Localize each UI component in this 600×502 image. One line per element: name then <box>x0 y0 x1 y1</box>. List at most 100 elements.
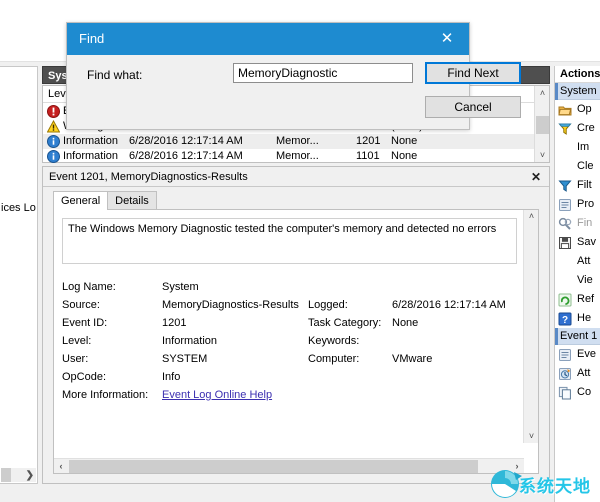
action-item-att[interactable]: Att <box>555 364 600 383</box>
detail-field-value-secondary: VMware <box>392 353 433 365</box>
close-icon[interactable]: ✕ <box>425 23 469 55</box>
action-item-label: Vie <box>577 274 593 286</box>
event-detail-scroll-left-icon[interactable]: ‹ <box>54 459 68 473</box>
refresh-icon <box>558 293 572 307</box>
action-item-he[interactable]: ? He <box>555 309 600 328</box>
event-level: Information <box>63 135 119 147</box>
event-detail-pane: Event 1201, MemoryDiagnostics-Results ✕ … <box>42 166 550 484</box>
detail-field-value: Info <box>162 371 181 383</box>
action-item-ref[interactable]: Ref <box>555 290 600 309</box>
action-item-label: Ref <box>577 293 595 305</box>
event-list-scroll-thumb[interactable] <box>536 116 549 134</box>
event-log-online-help-link[interactable]: Event Log Online Help <box>162 386 272 404</box>
detail-field-label: Level: <box>62 335 92 347</box>
close-icon[interactable]: ✕ <box>529 170 543 184</box>
attach-task-icon <box>558 367 572 381</box>
detail-field-value: System <box>162 281 199 293</box>
more-information-label: More Information: <box>62 389 149 401</box>
cancel-button[interactable]: Cancel <box>425 96 521 118</box>
detail-field-value-secondary: None <box>392 317 419 329</box>
actions-group-event: Event 1 <box>555 328 600 345</box>
event-detail-title: Event 1201, MemoryDiagnostics-Results <box>43 167 549 187</box>
watermark-text: 系统天地 <box>519 477 591 497</box>
event-list-vertical-scrollbar[interactable]: ˄ ˅ <box>534 86 549 162</box>
action-item-cle[interactable]: Cle <box>555 157 600 176</box>
detail-field-row: OpCode: Info <box>62 368 522 386</box>
action-item-label: Pro <box>577 198 595 210</box>
detail-field-value: 1201 <box>162 317 187 329</box>
detail-field-label-secondary: Computer: <box>308 353 360 365</box>
tree-item-applications-and-services-logs[interactable]: ices Lo <box>0 200 37 216</box>
detail-field-label-secondary: Logged: <box>308 299 348 311</box>
detail-field-row: Event ID: 1201 Task Category: None <box>62 314 522 332</box>
action-item-label: Im <box>577 141 590 153</box>
tab-details[interactable]: Details <box>107 191 157 210</box>
action-item-filt[interactable]: Filt <box>555 176 600 195</box>
action-item-att[interactable]: Att <box>555 252 600 271</box>
table-row[interactable]: Information 6/28/2016 12:17:14 AM Memor...… <box>43 149 535 164</box>
watermark: 系统天地 <box>484 466 600 502</box>
tree-scroll-thumb[interactable] <box>1 468 11 482</box>
warning-icon <box>46 119 61 133</box>
find-dialog-titlebar[interactable]: Find ✕ <box>67 23 469 55</box>
detail-field-label: Source: <box>62 299 100 311</box>
action-item-pro[interactable]: Pro <box>555 195 600 214</box>
event-detail-tabs: General Details <box>53 191 157 210</box>
table-row[interactable]: Information 6/28/2016 12:17:14 AM Memor...… <box>43 134 535 149</box>
find-icon <box>558 217 572 231</box>
event-source: Memor... <box>276 135 319 147</box>
detail-field-value: Information <box>162 335 218 347</box>
find-dialog[interactable]: Find ✕ Find what: MemoryDiagnostic Find … <box>66 22 521 130</box>
find-next-button[interactable]: Find Next <box>425 62 521 84</box>
detail-field-value-secondary: 6/28/2016 12:17:14 AM <box>392 299 506 311</box>
event-detail-horizontal-scrollbar[interactable]: ‹ › <box>54 458 524 473</box>
action-item-cre[interactable]: Cre <box>555 119 600 138</box>
information-icon <box>47 135 60 148</box>
detail-field-row: User: SYSTEM Computer: VMware <box>62 350 522 368</box>
event-source: Memor... <box>276 150 319 162</box>
action-item-fin: Fin <box>555 214 600 233</box>
tab-general[interactable]: General <box>53 191 109 210</box>
action-item-label: Sav <box>577 236 596 248</box>
create-custom-view-icon <box>558 122 572 136</box>
tree-scroll-right-arrow-icon[interactable]: ❯ <box>26 470 36 481</box>
action-item-label: Cre <box>577 122 595 134</box>
event-list-scroll-down-icon[interactable]: ˅ <box>535 148 550 162</box>
find-dialog-title: Find <box>79 31 105 46</box>
event-task-category: None <box>391 150 418 162</box>
action-item-label: Co <box>577 386 592 398</box>
copy-icon <box>558 386 572 400</box>
action-item-label: Att <box>577 255 591 267</box>
find-what-input[interactable]: MemoryDiagnostic <box>233 63 413 83</box>
event-detail-tab-body: The Windows Memory Diagnostic tested the… <box>53 209 539 474</box>
help-icon: ? <box>558 312 572 326</box>
action-item-label: Eve <box>577 348 596 360</box>
event-detail-vertical-scrollbar[interactable]: ˄ ˅ <box>523 210 538 443</box>
detail-field-value: MemoryDiagnostics-Results <box>162 299 299 311</box>
event-detail-hscroll-thumb[interactable] <box>69 460 478 473</box>
detail-field-label-secondary: Task Category: <box>308 317 382 329</box>
detail-field-row: Level: Information Keywords: <box>62 332 522 350</box>
action-item-im[interactable]: Im <box>555 138 600 157</box>
action-item-sav[interactable]: Sav <box>555 233 600 252</box>
action-item-vie[interactable]: Vie <box>555 271 600 290</box>
tree-horizontal-scrollbar[interactable]: ❯ <box>1 468 36 482</box>
action-item-label: He <box>577 312 592 324</box>
event-detail-scroll-down-icon[interactable]: ˅ <box>524 430 539 443</box>
event-viewer-window: ices Lo ❯ Syst Lev EWarning6/28/2016 12:… <box>0 0 600 502</box>
save-icon <box>558 236 572 250</box>
event-date: 6/28/2016 12:17:14 AM <box>129 135 243 147</box>
open-saved-log-icon <box>558 103 572 117</box>
action-item-co[interactable]: Co <box>555 383 600 402</box>
detail-field-value: SYSTEM <box>162 353 208 365</box>
event-list-scroll-up-icon[interactable]: ˄ <box>535 86 550 100</box>
console-tree-pane[interactable]: ices Lo ❯ <box>0 66 38 484</box>
action-item-label: Att <box>577 367 591 379</box>
action-item-label: Fin <box>577 217 593 229</box>
error-icon <box>47 105 60 118</box>
event-id: 1201 <box>356 135 381 147</box>
action-item-op[interactable]: Op <box>555 100 600 119</box>
event-detail-scroll-up-icon[interactable]: ˄ <box>524 210 539 223</box>
action-item-eve[interactable]: Eve <box>555 345 600 364</box>
action-item-label: Op <box>577 103 592 115</box>
